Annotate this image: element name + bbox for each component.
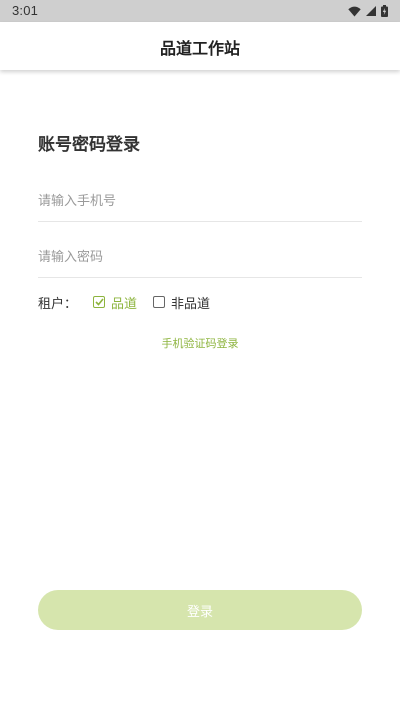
tenant-option-label: 非品道 — [171, 296, 211, 312]
tenant-option-non-pindao[interactable]: 非品道 — [153, 293, 210, 312]
phone-field — [38, 182, 362, 222]
tenant-selector: 租户： 品道 非品道 — [38, 293, 210, 312]
login-button[interactable]: 登录 — [38, 590, 362, 630]
tenant-label: 租户： — [38, 296, 78, 312]
battery-charging-icon — [381, 5, 388, 17]
page-title: 品道工作站 — [159, 39, 240, 58]
sms-login-link[interactable]: 手机验证码登录 — [0, 335, 400, 351]
tenant-option-label: 品道 — [111, 296, 138, 312]
tenant-option-pindao[interactable]: 品道 — [93, 293, 137, 312]
password-field — [38, 238, 362, 278]
wifi-icon — [348, 6, 361, 17]
signal-icon — [366, 6, 376, 16]
status-icons — [348, 4, 388, 18]
app-bar: 品道工作站 — [0, 22, 400, 70]
checkbox-unchecked-icon[interactable] — [153, 296, 166, 308]
checkbox-checked-icon[interactable] — [93, 296, 106, 308]
phone-input[interactable] — [38, 182, 362, 221]
status-bar: 3:01 — [0, 0, 400, 22]
password-input[interactable] — [38, 238, 362, 277]
login-heading: 账号密码登录 — [38, 135, 140, 155]
status-time: 3:01 — [12, 3, 39, 18]
